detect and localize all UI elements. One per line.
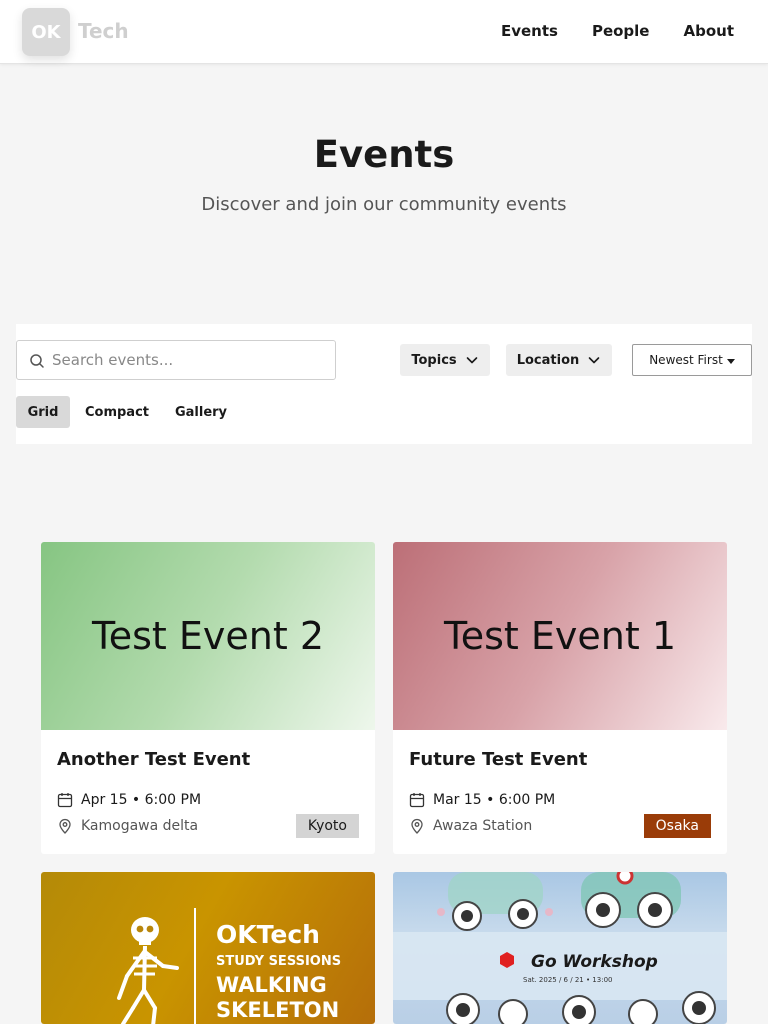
nav-people-link[interactable]: People [592,22,650,40]
skeleton-illustration [117,917,179,1024]
chevron-down-icon [466,357,477,364]
topics-dropdown[interactable]: Topics [400,344,490,376]
search-icon [30,354,44,368]
event-date: Apr 15 • 6:00 PM [81,792,202,808]
caret-down-icon [726,358,735,364]
city-badge[interactable]: Osaka [643,814,711,838]
view-tab-grid[interactable]: Grid [16,396,70,428]
event-banner[interactable]: Go Workshop Sat. 2025 / 6 / 21 • 13:00 [393,872,727,1024]
banner-subtitle: STUDY SESSIONS [216,954,342,969]
gopher-pattern-illustration [393,872,727,1024]
nav-events-link[interactable]: Events [501,22,558,40]
event-date: Mar 15 • 6:00 PM [433,792,556,808]
top-navbar: OK Tech Events People About [0,0,768,64]
page-subtitle: Discover and join our community events [201,194,567,215]
banner-brand: OKTech [216,920,320,949]
sort-select[interactable]: Newest First [632,344,752,376]
main-nav: Events People About [501,22,734,40]
event-banner[interactable]: Test Event 1 [393,542,727,730]
logo-text[interactable]: Tech [78,19,129,43]
banner-text: Test Event 1 [443,614,677,658]
event-location: Awaza Station [433,818,533,834]
chevron-down-icon [588,357,600,364]
topics-label: Topics [411,352,457,368]
location-label: Location [516,352,580,368]
banner-heading-1: WALKING [216,973,327,997]
calendar-icon [409,793,425,808]
view-tab-compact[interactable]: Compact [78,396,156,428]
map-pin-icon [59,818,71,834]
location-dropdown[interactable]: Location [506,344,612,376]
banner-heading-2: SKELETON [216,998,340,1022]
filter-panel: Topics Location Newest First Grid Compac… [16,324,752,444]
map-pin-icon [411,818,423,834]
event-card[interactable]: Test Event 1 Future Test Event Mar 15 • … [393,542,727,854]
event-card[interactable]: Go Workshop Sat. 2025 / 6 / 21 • 13:00 [393,872,727,1024]
nav-about-link[interactable]: About [683,22,734,40]
search-input[interactable] [52,341,327,379]
sort-label: Newest First [649,353,723,367]
banner-date: Sat. 2025 / 6 / 21 • 13:00 [523,976,613,984]
logo-mark[interactable]: OK [22,8,70,56]
city-badge[interactable]: Kyoto [295,814,359,838]
event-banner[interactable]: Test Event 2 [41,542,375,730]
event-location-row: Kamogawa delta [57,816,198,836]
event-date-row: Apr 15 • 6:00 PM [57,790,201,810]
banner-text: Test Event 2 [91,614,325,658]
event-title[interactable]: Another Test Event [57,749,250,770]
banner-title: Go Workshop [531,952,658,972]
page-title: Events [313,133,455,176]
event-card[interactable]: Test Event 2 Another Test Event Apr 15 •… [41,542,375,854]
calendar-icon [57,793,73,808]
search-field[interactable] [16,340,336,380]
event-card[interactable]: OKTech STUDY SESSIONS WALKING SKELETON [41,872,375,1024]
event-date-row: Mar 15 • 6:00 PM [409,790,555,810]
event-location-row: Awaza Station [409,816,532,836]
view-tab-gallery[interactable]: Gallery [166,396,236,428]
event-title[interactable]: Future Test Event [409,749,587,770]
event-banner[interactable]: OKTech STUDY SESSIONS WALKING SKELETON [41,872,375,1024]
banner-divider [194,908,196,1024]
event-location: Kamogawa delta [81,818,199,834]
